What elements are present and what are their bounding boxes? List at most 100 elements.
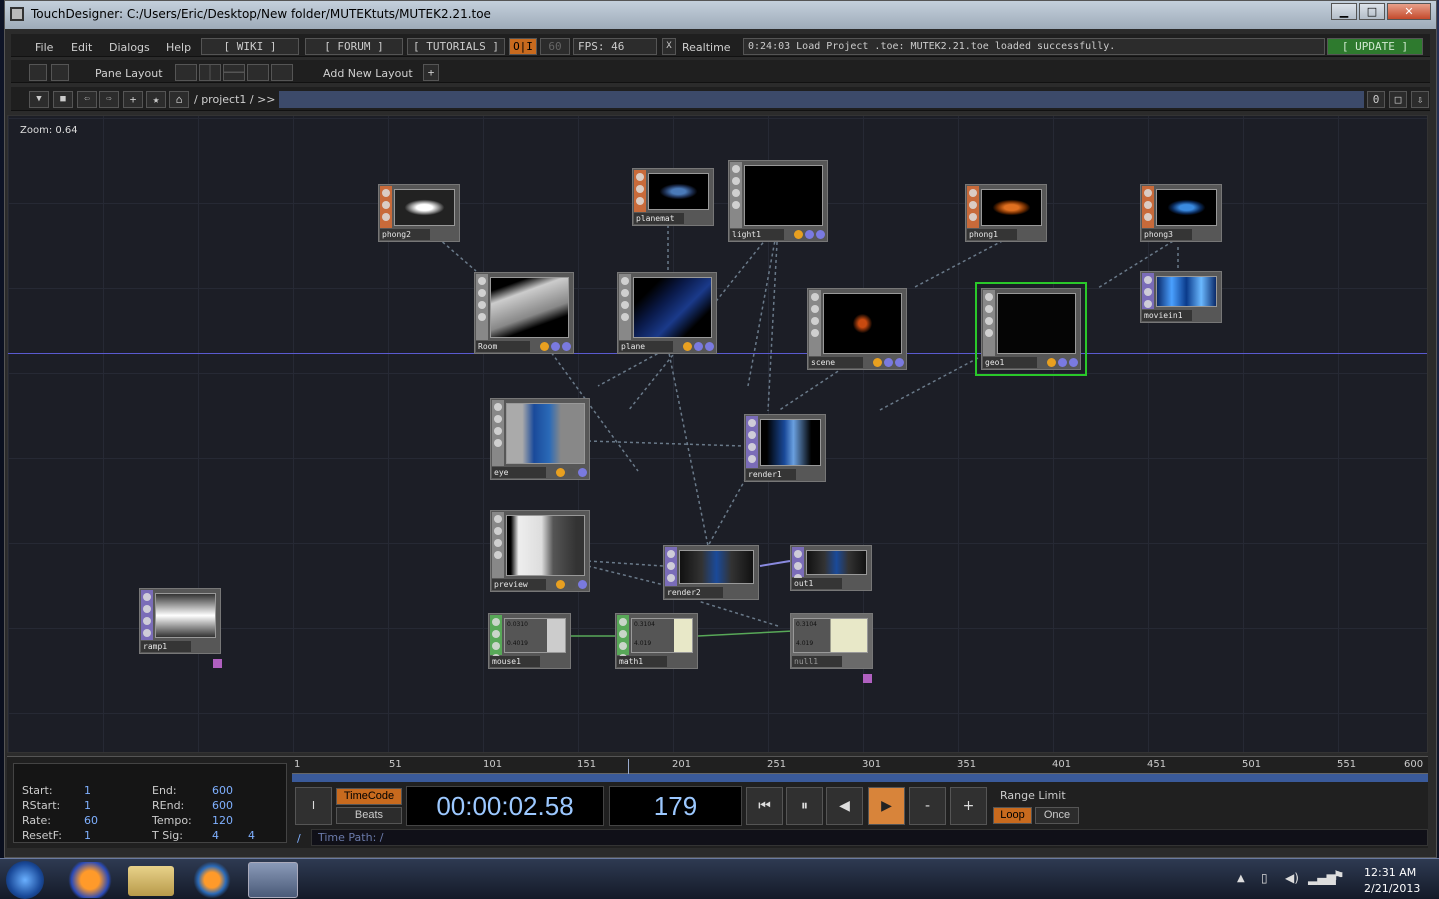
ship-icon[interactable] [51,64,69,81]
op-out1[interactable]: out1 [790,545,872,591]
close-button[interactable]: ✕ [1387,3,1431,20]
end-value[interactable]: 600 [212,784,233,797]
minimize-button[interactable]: ▁ [1331,3,1357,20]
perform-toggle[interactable]: O|I [509,38,537,55]
menu-file[interactable]: File [35,41,53,54]
rstart-value[interactable]: 1 [84,799,91,812]
home-icon[interactable]: ⌂ [169,91,189,108]
ruler-tick: 101 [483,759,503,770]
pause-button[interactable]: ⏸ [786,787,823,825]
frame-display[interactable]: 179 [609,786,742,826]
ramp1-viewer-toggle-icon[interactable] [213,659,222,668]
media-player-icon[interactable] [187,862,237,898]
start-value[interactable]: 1 [84,784,91,797]
add-layout-button[interactable]: + [423,64,439,81]
timecode-display[interactable]: 00:00:02.58 [406,786,604,826]
op-phong1[interactable]: phong1 [965,184,1047,242]
volume-icon[interactable]: ◀) [1285,871,1299,885]
network-path[interactable]: / project1 / >> [194,93,276,106]
op-mouse1[interactable]: 0.0310 0.4019 mouse1 [488,613,571,669]
tutorials-button[interactable]: [ TUTORIALS ] [407,38,505,55]
star-icon[interactable]: ★ [146,91,166,108]
forward-icon[interactable]: ⇨ [99,91,119,108]
op-ramp1[interactable]: ramp1 [139,588,221,654]
clock-time[interactable]: 12:31 AM [1364,866,1416,879]
clock-date[interactable]: 2/21/2013 [1364,882,1420,895]
window-icon[interactable]: □ [1389,91,1407,108]
dropdown-icon[interactable]: ▼ [29,91,49,108]
op-planemat[interactable]: planemat [632,168,714,226]
network-editor[interactable]: Zoom: 0.64 phong2 planemat light1 phong1… [7,115,1428,753]
windows-start-icon[interactable] [6,861,44,899]
download-icon[interactable]: ⇩ [1411,91,1429,108]
op-eye[interactable]: eye [490,398,590,480]
resetf-value[interactable]: 1 [84,829,91,842]
op-math1[interactable]: 0.3104 4.019 math1 [615,613,698,669]
show-hidden-icons-icon[interactable]: ▲ [1237,873,1245,884]
keyframe-i-button[interactable]: I [295,787,332,825]
op-null1[interactable]: 0.3104 4.019 null1 [790,613,873,669]
op-phong3[interactable]: phong3 [1140,184,1222,242]
action-center-flag-icon[interactable]: ⚑ [1333,869,1345,884]
timeline-ruler[interactable]: 1 51 101 151 201 251 301 351 401 451 501… [292,759,1428,774]
taskbar: ▲ ▯ ◀) ▂▄▆ ⚑ 12:31 AM 2/21/2013 [0,858,1439,899]
wiki-button[interactable]: [ WIKI ] [201,38,299,55]
network-signal-icon[interactable]: ▂▄▆ [1308,871,1336,885]
rewind-button[interactable]: ⏮ [746,787,783,825]
menu-help[interactable]: Help [166,41,191,54]
step-minus-button[interactable]: - [909,787,946,825]
maximize-button[interactable]: □ [1359,3,1385,20]
op-plane[interactable]: plane [617,272,717,354]
layout-split-horizontal-icon[interactable] [223,64,245,81]
step-plus-button[interactable]: + [950,787,987,825]
layout-split-vertical-icon[interactable] [199,64,221,81]
play-button[interactable]: ▶ [868,787,905,825]
op-side-icons [619,274,631,340]
op-flags [873,357,904,368]
menu-dialogs[interactable]: Dialogs [109,41,150,54]
folder-icon[interactable] [128,866,174,896]
op-geo1[interactable]: geo1 [975,282,1087,376]
battery-icon[interactable]: ▯ [1261,871,1268,885]
null1-viewer-toggle-icon[interactable] [863,674,872,683]
op-scene[interactable]: scene [807,288,907,370]
start-label: Start: [22,784,53,797]
timecode-toggle[interactable]: TimeCode [336,788,402,805]
op-moviein1[interactable]: moviein1 [1140,271,1222,323]
tsig-denominator[interactable]: 4 [248,829,255,842]
tempo-value[interactable]: 120 [212,814,233,827]
back-icon[interactable]: ⇦ [77,91,97,108]
op-side-icons [1142,186,1154,228]
op-render2[interactable]: render2 [663,545,759,600]
op-phong2[interactable]: phong2 [378,184,460,242]
range-bar[interactable] [292,774,1428,782]
touchdesigner-taskbar-icon[interactable] [248,862,298,898]
op-side-icons [665,547,677,586]
time-path-field[interactable]: Time Path: / [311,829,1428,846]
playhead-marker[interactable] [628,759,629,774]
image-icon[interactable] [29,64,47,81]
op-room[interactable]: Room [474,272,574,354]
op-light1[interactable]: light1 [728,160,828,242]
tsig-numerator[interactable]: 4 [212,829,219,842]
rate-value[interactable]: 60 [84,814,98,827]
realtime-checkbox[interactable]: X [662,38,676,55]
stop-icon[interactable]: ■ [53,91,73,108]
step-back-button[interactable]: ◀ [826,787,863,825]
layout-single-icon[interactable] [175,64,197,81]
zero-button[interactable]: 0 [1367,91,1385,108]
rend-value[interactable]: 600 [212,799,233,812]
firefox-icon[interactable] [65,862,115,898]
layout-quad-icon[interactable] [271,64,293,81]
once-button[interactable]: Once [1035,807,1079,824]
op-preview[interactable]: preview [490,510,590,592]
op-render1[interactable]: render1 [744,414,826,482]
loop-button[interactable]: Loop [993,807,1032,824]
menu-edit[interactable]: Edit [71,41,92,54]
path-field[interactable] [279,91,1364,108]
beats-toggle[interactable]: Beats [336,807,402,824]
layout-three-icon[interactable] [247,64,269,81]
add-icon[interactable]: + [123,91,143,108]
forum-button[interactable]: [ FORUM ] [305,38,403,55]
update-button[interactable]: [ UPDATE ] [1327,38,1423,55]
